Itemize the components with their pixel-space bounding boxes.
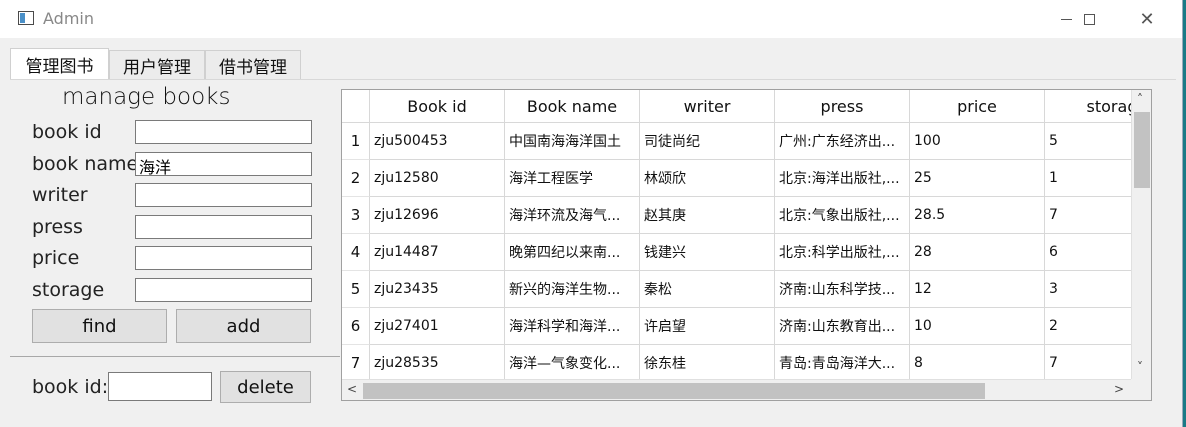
price-input[interactable] xyxy=(135,246,312,270)
row-number[interactable]: 5 xyxy=(342,271,370,308)
writer-input[interactable] xyxy=(135,183,312,207)
maximize-button[interactable] xyxy=(1066,0,1112,38)
book-id-input[interactable] xyxy=(135,120,312,144)
table-cell[interactable]: 青岛:青岛海洋大... xyxy=(775,345,910,382)
writer-label: writer xyxy=(32,184,88,206)
close-icon: ✕ xyxy=(1139,8,1155,30)
tab-borrow-management[interactable]: 借书管理 xyxy=(205,50,301,79)
table-cell[interactable]: 钱建兴 xyxy=(640,234,775,271)
table-cell[interactable]: 秦松 xyxy=(640,271,775,308)
table-cell[interactable]: 海洋环流及海气... xyxy=(505,197,640,234)
table-cell[interactable]: 济南:山东教育出... xyxy=(775,308,910,345)
table-cell[interactable]: zju500453 xyxy=(370,123,505,160)
app-window-icon xyxy=(18,11,34,25)
table-cell[interactable]: 赵其庚 xyxy=(640,197,775,234)
horizontal-scroll-thumb[interactable] xyxy=(363,383,985,399)
delete-book-id-label: book id: xyxy=(32,376,109,398)
admin-window: Admin ✕ 管理图书 用户管理 借书管理 manage books book… xyxy=(0,0,1183,427)
table-cell[interactable]: zju28535 xyxy=(370,345,505,382)
vertical-scroll-thumb[interactable] xyxy=(1134,112,1150,188)
table-cell[interactable]: 100 xyxy=(910,123,1045,160)
table-cell[interactable]: 海洋工程医学 xyxy=(505,160,640,197)
form-divider xyxy=(10,356,340,357)
table-cell[interactable]: zju12580 xyxy=(370,160,505,197)
delete-book-id-input[interactable] xyxy=(108,372,212,401)
table-cell[interactable]: 海洋科学和海洋... xyxy=(505,308,640,345)
add-button[interactable]: add xyxy=(176,309,311,343)
close-button[interactable]: ✕ xyxy=(1124,0,1170,38)
table-cell[interactable]: 济南:山东科学技... xyxy=(775,271,910,308)
table-cell[interactable]: 林颂欣 xyxy=(640,160,775,197)
form-title: manage books xyxy=(62,84,231,110)
row-number[interactable]: 3 xyxy=(342,197,370,234)
find-button[interactable]: find xyxy=(32,309,167,343)
table-cell[interactable]: 北京:科学出版社,... xyxy=(775,234,910,271)
title-bar[interactable]: Admin ✕ xyxy=(0,0,1182,38)
book-name-input[interactable]: 海洋 xyxy=(135,152,312,177)
vertical-scrollbar[interactable]: ˄ ˅ xyxy=(1131,90,1151,379)
table-cell[interactable]: 25 xyxy=(910,160,1045,197)
row-number[interactable]: 7 xyxy=(342,345,370,382)
table-cell[interactable]: 8 xyxy=(910,345,1045,382)
table-cell[interactable]: 新兴的海洋生物... xyxy=(505,271,640,308)
table-cell[interactable]: 28.5 xyxy=(910,197,1045,234)
tab-manage-books[interactable]: 管理图书 xyxy=(10,48,109,79)
price-label: price xyxy=(32,247,80,269)
scroll-up-icon[interactable]: ˄ xyxy=(1137,92,1143,106)
table-cell[interactable]: 徐东桂 xyxy=(640,345,775,382)
scroll-down-icon[interactable]: ˅ xyxy=(1137,360,1143,374)
table-cell[interactable]: 28 xyxy=(910,234,1045,271)
book-name-label: book name xyxy=(32,153,139,175)
row-number[interactable]: 1 xyxy=(342,123,370,160)
table-cell[interactable]: 北京:海洋出版社,... xyxy=(775,160,910,197)
press-input[interactable] xyxy=(135,215,312,239)
table-cell[interactable]: 中国南海海洋国土 xyxy=(505,123,640,160)
storage-label: storage xyxy=(32,279,105,301)
scroll-right-icon[interactable]: > xyxy=(1114,382,1124,396)
table-cell[interactable]: 广州:广东经济出... xyxy=(775,123,910,160)
table-cell[interactable]: zju23435 xyxy=(370,271,505,308)
window-title: Admin xyxy=(43,9,94,28)
scroll-left-icon[interactable]: < xyxy=(347,382,357,396)
column-header-press[interactable]: press xyxy=(775,90,910,123)
storage-input[interactable] xyxy=(135,278,312,302)
tab-panel-border xyxy=(10,79,1176,80)
horizontal-scrollbar[interactable]: < > xyxy=(342,379,1131,400)
tab-user-management[interactable]: 用户管理 xyxy=(109,50,205,79)
row-number[interactable]: 2 xyxy=(342,160,370,197)
table-cell[interactable]: zju12696 xyxy=(370,197,505,234)
press-label: press xyxy=(32,216,83,238)
row-number[interactable]: 4 xyxy=(342,234,370,271)
table-corner-header xyxy=(342,90,370,123)
books-table[interactable]: Book id Book name writer press price sto… xyxy=(341,89,1152,401)
column-header-price[interactable]: price xyxy=(910,90,1045,123)
column-header-book-name[interactable]: Book name xyxy=(505,90,640,123)
scrollbar-corner xyxy=(1131,379,1151,400)
column-header-writer[interactable]: writer xyxy=(640,90,775,123)
table-cell[interactable]: 海洋—气象变化... xyxy=(505,345,640,382)
table-cell[interactable]: 晚第四纪以来南... xyxy=(505,234,640,271)
maximize-icon xyxy=(1083,13,1095,25)
table-cell[interactable]: 10 xyxy=(910,308,1045,345)
table-cell[interactable]: zju27401 xyxy=(370,308,505,345)
book-id-label: book id xyxy=(32,121,102,143)
table-cell[interactable]: zju14487 xyxy=(370,234,505,271)
row-number[interactable]: 6 xyxy=(342,308,370,345)
column-header-book-id[interactable]: Book id xyxy=(370,90,505,123)
table-cell[interactable]: 12 xyxy=(910,271,1045,308)
table-cell[interactable]: 许启望 xyxy=(640,308,775,345)
table-cell[interactable]: 北京:气象出版社,... xyxy=(775,197,910,234)
table-cell[interactable]: 司徒尚纪 xyxy=(640,123,775,160)
delete-button[interactable]: delete xyxy=(220,371,311,403)
